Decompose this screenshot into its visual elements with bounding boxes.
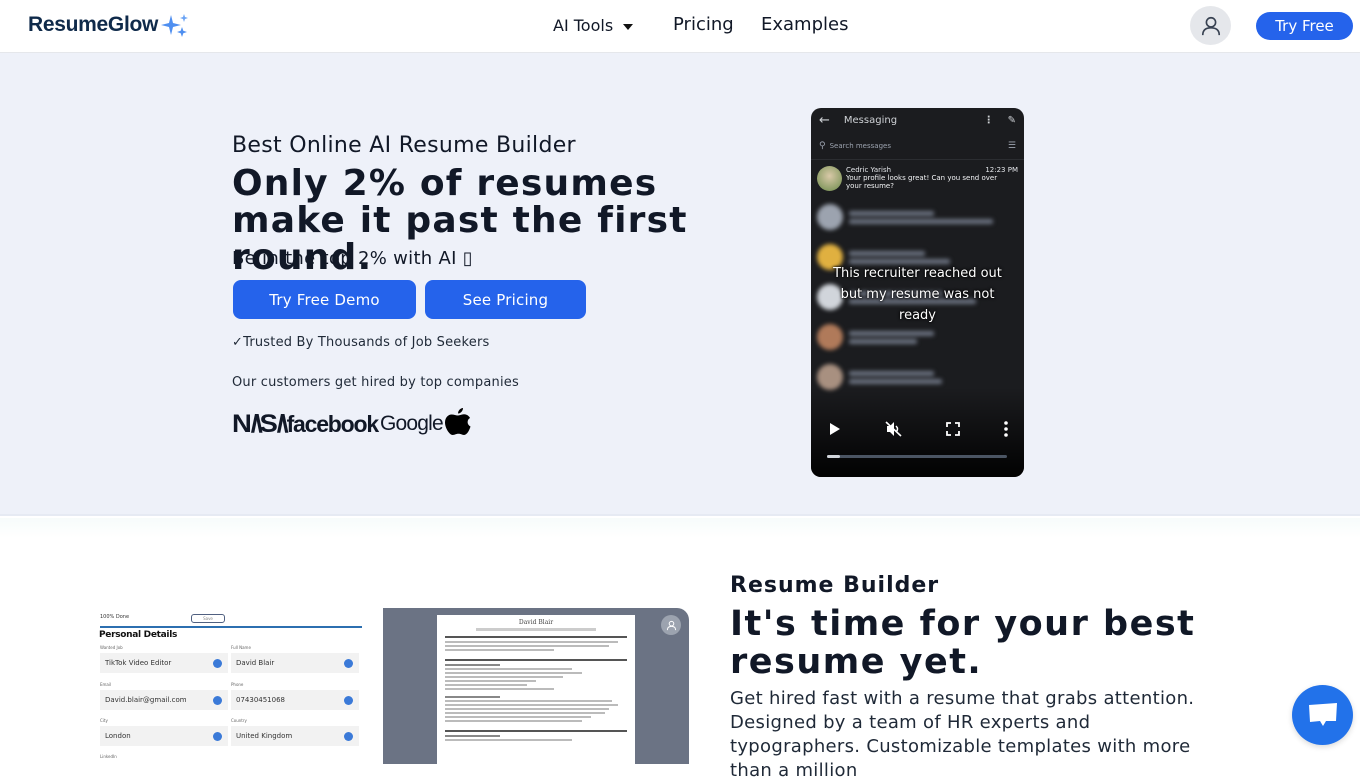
check-icon <box>213 731 222 741</box>
message-sender: Cedric Yarish <box>846 166 892 174</box>
form-field: Wanted Job TikTok Video Editor <box>100 643 228 673</box>
message-text: Your profile looks great! Can you send o… <box>846 174 998 190</box>
check-icon <box>344 695 353 705</box>
sender-avatar <box>817 166 842 191</box>
video-progress-bar[interactable] <box>827 455 1007 458</box>
section-headline: It's time for your best resume yet. <box>730 604 1196 682</box>
try-free-demo-button[interactable]: Try Free Demo <box>233 280 416 319</box>
hero-eyebrow: Best Online AI Resume Builder <box>232 133 576 158</box>
nav-ai-tools-label: AI Tools <box>553 16 614 35</box>
sparkle-icon <box>161 14 189 37</box>
top-navbar: ResumeGlow AI Tools Pricing Examples Try… <box>0 0 1360 53</box>
form-title: Personal Details <box>99 630 178 640</box>
facebook-logo: facebook <box>286 411 380 437</box>
google-logo: Google <box>379 412 444 435</box>
try-free-button[interactable]: Try Free <box>1256 12 1353 40</box>
see-pricing-button[interactable]: See Pricing <box>425 280 586 319</box>
form-save-button: Save <box>191 614 225 623</box>
nav-examples-link[interactable]: Examples <box>761 14 848 35</box>
account-button[interactable] <box>1190 6 1231 45</box>
check-icon <box>213 695 222 705</box>
check-icon <box>344 731 353 741</box>
form-field: Phone 07430451068 <box>231 680 359 710</box>
resume-name: David Blair <box>518 619 554 626</box>
search-icon: ⚲ <box>819 140 826 151</box>
company-logos: N/\S/\ facebook Google <box>232 405 473 438</box>
check-icon <box>344 658 353 668</box>
chat-bubble-icon <box>1308 703 1337 726</box>
nav-ai-tools-dropdown[interactable]: AI Tools <box>553 16 634 35</box>
caret-down-icon <box>623 23 634 30</box>
form-field: Country United Kingdom <box>231 716 359 746</box>
form-progress-label: 100% Done <box>100 614 130 620</box>
section-body: Get hired fast with a resume that grabs … <box>730 688 1195 781</box>
mute-icon[interactable] <box>885 421 903 437</box>
nav-pricing-link[interactable]: Pricing <box>673 14 734 35</box>
back-arrow-icon: ← <box>819 112 830 128</box>
hero-section: Best Online AI Resume Builder Only 2% of… <box>0 53 1360 516</box>
apple-logo-icon <box>444 408 471 435</box>
form-field: Full Name David Blair <box>231 643 359 673</box>
compose-icon: ✎ <box>1007 114 1016 126</box>
form-field: City London <box>100 716 228 746</box>
brand-name: ResumeGlow <box>28 13 159 36</box>
resume-builder-section: 100% Done Save Personal Details Wanted J… <box>0 518 1360 781</box>
more-vertical-icon: ⋮ <box>983 114 994 126</box>
video-app-bar: ← Messaging ⋮ ✎ <box>811 108 1024 132</box>
check-icon <box>213 658 222 668</box>
message-time: 12:23 PM <box>985 166 1018 174</box>
play-icon[interactable] <box>829 422 841 436</box>
form-preview-image: 100% Done Save Personal Details Wanted J… <box>84 608 383 764</box>
video-message-item: Cedric Yarish 12:23 PM Your profile look… <box>811 160 1024 197</box>
video-caption: This recruiter reached out but my resume… <box>833 266 1002 323</box>
more-options-icon[interactable] <box>1004 421 1008 437</box>
filter-icon: ☰ <box>1007 140 1016 151</box>
video-search-bar: ⚲ Search messages ☰ <box>811 132 1024 160</box>
blurred-message <box>811 197 1024 237</box>
video-controls <box>811 417 1024 441</box>
video-app-title: Messaging <box>843 114 898 126</box>
video-progress-fill <box>827 455 840 458</box>
fullscreen-icon[interactable] <box>946 422 961 436</box>
form-field: Email David.blair@gmail.com <box>100 680 228 710</box>
resume-preview-image: David Blair <box>383 608 689 764</box>
companies-label: Our customers get hired by top companies <box>232 375 519 390</box>
video-search-text: Search messages <box>829 141 891 150</box>
brand-logo[interactable]: ResumeGlow <box>28 13 191 37</box>
user-icon <box>1201 16 1220 35</box>
demo-video-player[interactable]: ← Messaging ⋮ ✎ ⚲ Search messages ☰ Cedr… <box>811 108 1024 477</box>
chat-button[interactable] <box>1292 685 1353 745</box>
nasa-logo: N/\S/\ <box>232 410 289 438</box>
user-icon <box>661 615 681 635</box>
trusted-badge: ✓Trusted By Thousands of Job Seekers <box>232 335 490 350</box>
resume-page: David Blair <box>437 615 635 764</box>
section-eyebrow: Resume Builder <box>730 573 940 598</box>
hero-subline: Be in the top 2% with AI ▯ <box>232 248 473 269</box>
